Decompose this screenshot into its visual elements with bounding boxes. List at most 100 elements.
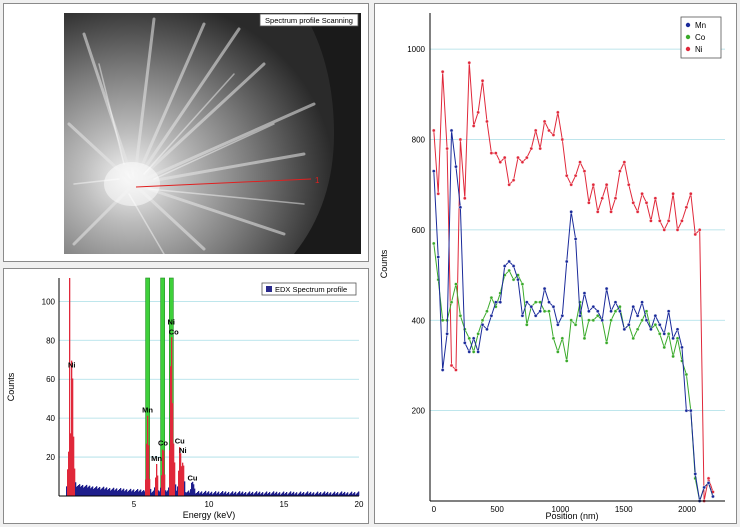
line-plot-area bbox=[430, 13, 725, 501]
series-point-mn bbox=[556, 322, 560, 327]
series-point-mn bbox=[551, 304, 556, 309]
series-point-ni bbox=[618, 169, 622, 173]
series-point-ni bbox=[494, 151, 498, 155]
series-point-ni bbox=[538, 146, 542, 151]
series-point-mn bbox=[560, 313, 565, 318]
series-point-ni bbox=[489, 151, 494, 155]
series-point-ni bbox=[604, 182, 609, 187]
series-point-mn bbox=[689, 408, 693, 413]
series-point-ni bbox=[529, 146, 534, 151]
series-point-co bbox=[653, 322, 658, 327]
series-point-co bbox=[520, 282, 525, 286]
series-point-co bbox=[480, 318, 485, 323]
series-point-ni bbox=[684, 205, 689, 210]
series-point-co bbox=[609, 318, 613, 323]
series-point-mn bbox=[525, 300, 529, 304]
series-point-co bbox=[507, 268, 511, 273]
series-point-ni bbox=[644, 200, 649, 205]
series-point-mn bbox=[666, 309, 671, 314]
series-point-ni bbox=[622, 160, 627, 164]
edx-y-axis-label: Counts bbox=[6, 372, 16, 401]
series-point-co bbox=[458, 313, 463, 318]
series-point-ni bbox=[440, 69, 445, 74]
series-point-co bbox=[640, 318, 644, 323]
edx-peak-label: Cu bbox=[175, 436, 185, 445]
series-point-mn bbox=[604, 286, 609, 291]
series-point-co bbox=[476, 332, 480, 336]
series-point-ni bbox=[657, 219, 662, 223]
sem-image-svg: 1 Spectrum profile Scanning bbox=[64, 13, 361, 254]
series-point-ni bbox=[431, 128, 436, 133]
series-point-co bbox=[582, 336, 587, 341]
edx-y-tick-label: 100 bbox=[42, 297, 56, 306]
series-point-mn bbox=[520, 313, 525, 318]
series-point-co bbox=[635, 327, 640, 332]
series-point-co bbox=[657, 332, 662, 336]
edx-peak-label: Mn bbox=[151, 454, 162, 463]
series-point-ni bbox=[471, 124, 476, 128]
line-profile-panel: 200 400 600 800 1000 0 500 1000 1500 2000 Counts … bbox=[374, 3, 737, 524]
series-point-ni bbox=[613, 196, 618, 201]
series-point-mn bbox=[587, 309, 591, 314]
series-point-co bbox=[604, 341, 609, 345]
series-point-co bbox=[547, 309, 551, 314]
edx-x-tick-label: 5 bbox=[132, 500, 137, 509]
series-point-co bbox=[631, 336, 636, 341]
series-point-co bbox=[511, 277, 516, 282]
series-point-mn bbox=[564, 259, 569, 264]
series-point-ni bbox=[569, 182, 573, 187]
series-point-mn bbox=[684, 408, 689, 413]
series-point-mn bbox=[480, 322, 485, 327]
legend-marker-co bbox=[685, 34, 691, 40]
series-point-co bbox=[613, 309, 618, 314]
scan-line-label: 1 bbox=[315, 176, 320, 185]
edx-peak-label: Mn bbox=[142, 405, 153, 414]
line-y-tick-label: 600 bbox=[412, 226, 426, 235]
legend-label-ni: Ni bbox=[695, 45, 703, 54]
series-point-mn bbox=[657, 322, 662, 327]
series-point-co bbox=[666, 332, 671, 336]
edx-peak-label: Ni bbox=[167, 318, 175, 327]
series-point-mn bbox=[600, 318, 604, 323]
series-point-mn bbox=[662, 332, 667, 336]
series-point-ni bbox=[498, 160, 503, 164]
series-point-mn bbox=[547, 300, 551, 304]
line-x-tick-label: 500 bbox=[490, 505, 504, 514]
series-point-co bbox=[587, 318, 591, 323]
series-point-co bbox=[454, 282, 458, 286]
series-point-mn bbox=[529, 304, 534, 309]
series-point-mn bbox=[711, 494, 715, 499]
legend-marker-ni bbox=[685, 46, 691, 52]
series-point-ni bbox=[626, 182, 631, 187]
series-point-mn bbox=[671, 336, 675, 341]
series-point-co bbox=[556, 350, 560, 354]
series-point-mn bbox=[635, 313, 640, 318]
series-point-ni bbox=[666, 219, 671, 223]
series-point-ni bbox=[547, 128, 551, 133]
series-point-co bbox=[573, 322, 578, 327]
series-point-co bbox=[471, 350, 476, 354]
series-point-co bbox=[671, 354, 675, 359]
series-point-mn bbox=[507, 259, 511, 264]
series-point-co bbox=[644, 309, 649, 314]
edx-plot-area bbox=[59, 278, 359, 496]
series-point-ni bbox=[502, 155, 507, 160]
line-y-tick-label: 1000 bbox=[407, 45, 425, 54]
series-point-co bbox=[591, 318, 596, 323]
series-point-mn bbox=[445, 332, 449, 336]
series-point-co bbox=[569, 318, 573, 323]
series-point-ni bbox=[480, 78, 485, 83]
series-point-co bbox=[564, 359, 569, 363]
series-point-ni bbox=[525, 155, 529, 160]
series-point-ni bbox=[516, 155, 520, 160]
series-point-ni bbox=[662, 228, 667, 232]
series-point-mn bbox=[471, 336, 476, 341]
series-point-mn bbox=[653, 313, 658, 318]
series-point-co bbox=[533, 300, 538, 304]
series-point-mn bbox=[494, 300, 498, 304]
series-point-co bbox=[684, 372, 689, 377]
series-point-co bbox=[662, 345, 667, 350]
series-point-ni bbox=[609, 210, 613, 214]
series-point-mn bbox=[436, 255, 441, 259]
series-point-mn bbox=[626, 322, 631, 327]
